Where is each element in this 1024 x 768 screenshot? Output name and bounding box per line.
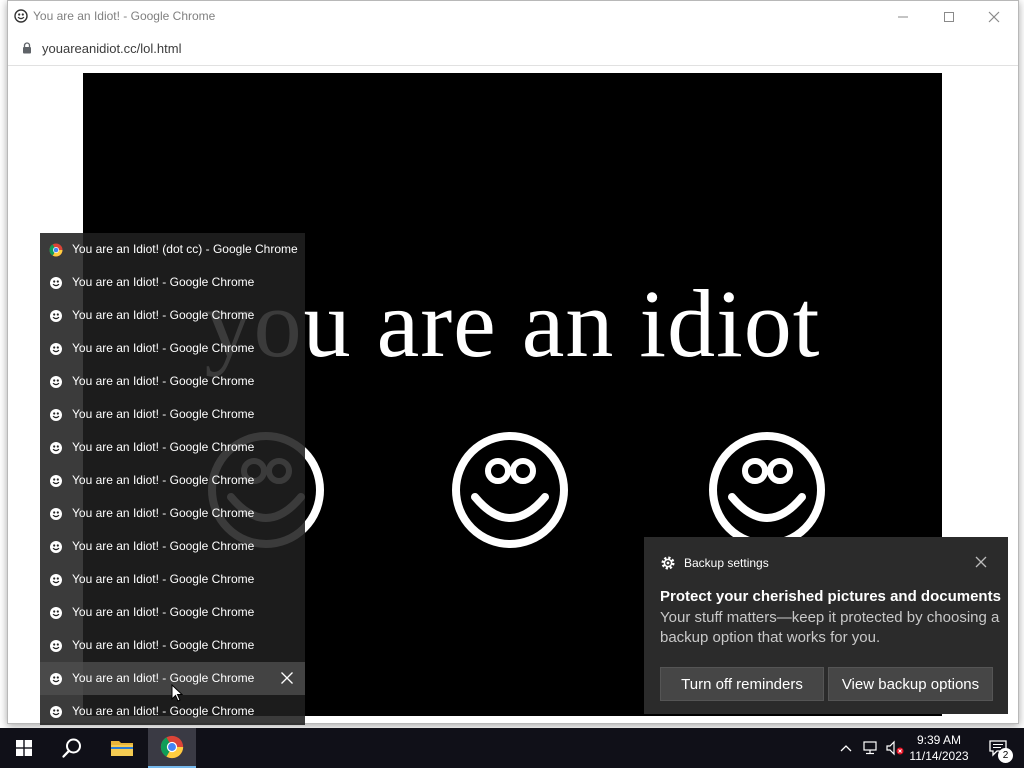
toast-heading: Protect your cherished pictures and docu…: [660, 588, 1001, 605]
window-list-label: You are an Idiot! - Google Chrome: [72, 308, 255, 322]
desktop: You are an Idiot! - Google Chrome youare…: [0, 0, 1024, 768]
mouse-cursor: [171, 684, 183, 702]
window-list-label: You are an Idiot! - Google Chrome: [72, 605, 255, 619]
smiley-icon: [50, 508, 62, 520]
smiley-face-center: [452, 432, 568, 548]
smiley-icon: [50, 442, 62, 454]
window-list-label: You are an Idiot! - Google Chrome: [72, 275, 255, 289]
start-button[interactable]: [0, 728, 48, 768]
smiley-face-right: [709, 432, 825, 548]
window-list-item[interactable]: You are an Idiot! - Google Chrome: [40, 299, 305, 332]
lock-icon: [23, 42, 31, 54]
minimize-button[interactable]: [880, 1, 926, 33]
window-list-label: You are an Idiot! - Google Chrome: [72, 539, 255, 553]
volume-button[interactable]: [884, 728, 906, 768]
window-list-item[interactable]: You are an Idiot! - Google Chrome: [40, 365, 305, 398]
window-list-item[interactable]: You are an Idiot! - Google Chrome: [40, 530, 305, 563]
address-bar[interactable]: youareanidiot.cc/lol.html: [8, 33, 1018, 66]
notification-count-badge: 2: [998, 748, 1013, 763]
smiley-icon: [50, 706, 62, 718]
window-list-item[interactable]: You are an Idiot! - Google Chrome: [40, 464, 305, 497]
window-list-label: You are an Idiot! - Google Chrome: [72, 407, 255, 421]
window-title: You are an Idiot! - Google Chrome: [33, 9, 216, 23]
backup-toast-notification[interactable]: Backup settings Protect your cherished p…: [644, 537, 1008, 714]
smiley-icon: [50, 607, 62, 619]
view-backup-options-button[interactable]: View backup options: [828, 667, 993, 701]
url-text[interactable]: youareanidiot.cc/lol.html: [42, 41, 181, 56]
smiley-icon: [50, 277, 62, 289]
clock-time: 9:39 AM: [916, 733, 962, 747]
smiley-icon: [50, 376, 62, 388]
taskbar: 9:39 AM 11/14/2023 2: [0, 728, 1024, 768]
toast-body: Your stuff matters—keep it protected by …: [660, 609, 1000, 646]
clock-date: 11/14/2023: [909, 749, 969, 763]
smiley-icon: [50, 640, 62, 652]
window-list-item[interactable]: You are an Idiot! - Google Chrome: [40, 629, 305, 662]
window-list-item[interactable]: You are an Idiot! - Google Chrome: [40, 497, 305, 530]
chrome-taskbar-button[interactable]: [148, 728, 196, 768]
volume-muted-icon: [886, 740, 904, 756]
clock[interactable]: 9:39 AM 11/14/2023: [908, 732, 970, 764]
window-list-item[interactable]: You are an Idiot! - Google Chrome: [40, 431, 305, 464]
smiley-icon: [50, 574, 62, 586]
window-list-label: You are an Idiot! - Google Chrome: [72, 671, 255, 685]
chrome-icon: [49, 243, 63, 257]
close-icon: [988, 11, 1000, 23]
smiley-icon: [50, 409, 62, 421]
smiley-icon: [50, 343, 62, 355]
window-list-item[interactable]: You are an Idiot! - Google Chrome: [40, 596, 305, 629]
window-list-label: You are an Idiot! - Google Chrome: [72, 473, 255, 487]
window-list-item[interactable]: You are an Idiot! - Google Chrome: [40, 398, 305, 431]
smiley-icon: [50, 310, 62, 322]
taskbar-window-list: You are an Idiot! (dot cc) - Google Chro…: [40, 233, 305, 725]
file-explorer-button[interactable]: [98, 728, 146, 768]
window-list-label: You are an Idiot! (dot cc) - Google Chro…: [72, 242, 298, 256]
maximize-icon: [944, 12, 954, 22]
toast-app-name: Backup settings: [684, 556, 769, 570]
gear-icon: [661, 556, 675, 570]
smiley-icon: [14, 9, 28, 23]
search-icon: [62, 738, 81, 758]
window-list-item[interactable]: You are an Idiot! (dot cc) - Google Chro…: [40, 233, 305, 266]
window-list-label: You are an Idiot! - Google Chrome: [72, 704, 255, 718]
window-list-label: You are an Idiot! - Google Chrome: [72, 341, 255, 355]
folder-icon: [111, 741, 133, 756]
smiley-icon: [50, 475, 62, 487]
window-list-item[interactable]: You are an Idiot! - Google Chrome: [40, 563, 305, 596]
maximize-button[interactable]: [926, 1, 972, 33]
window-list-item[interactable]: You are an Idiot! - Google Chrome: [40, 266, 305, 299]
minimize-icon: [898, 16, 908, 18]
chevron-up-icon: [840, 745, 852, 752]
network-button[interactable]: [860, 728, 882, 768]
window-list-label: You are an Idiot! - Google Chrome: [72, 638, 255, 652]
close-button[interactable]: [971, 1, 1017, 33]
chrome-icon: [160, 735, 184, 759]
window-list-item[interactable]: You are an Idiot! - Google Chrome: [40, 332, 305, 365]
smiley-icon: [50, 541, 62, 553]
smiley-icon: [50, 673, 62, 685]
window-list-label: You are an Idiot! - Google Chrome: [72, 440, 255, 454]
action-center-button[interactable]: 2: [978, 728, 1018, 768]
search-button[interactable]: [48, 728, 96, 768]
window-list-label: You are an Idiot! - Google Chrome: [72, 374, 255, 388]
show-hidden-icons-button[interactable]: [836, 728, 856, 768]
windows-logo-icon: [16, 740, 32, 756]
window-list-label: You are an Idiot! - Google Chrome: [72, 572, 255, 586]
turn-off-reminders-button[interactable]: Turn off reminders: [660, 667, 824, 701]
window-list-label: You are an Idiot! - Google Chrome: [72, 506, 255, 520]
close-window-icon[interactable]: [280, 671, 294, 685]
close-icon[interactable]: [974, 555, 988, 569]
network-icon: [863, 741, 877, 755]
title-bar[interactable]: You are an Idiot! - Google Chrome: [8, 1, 1018, 33]
